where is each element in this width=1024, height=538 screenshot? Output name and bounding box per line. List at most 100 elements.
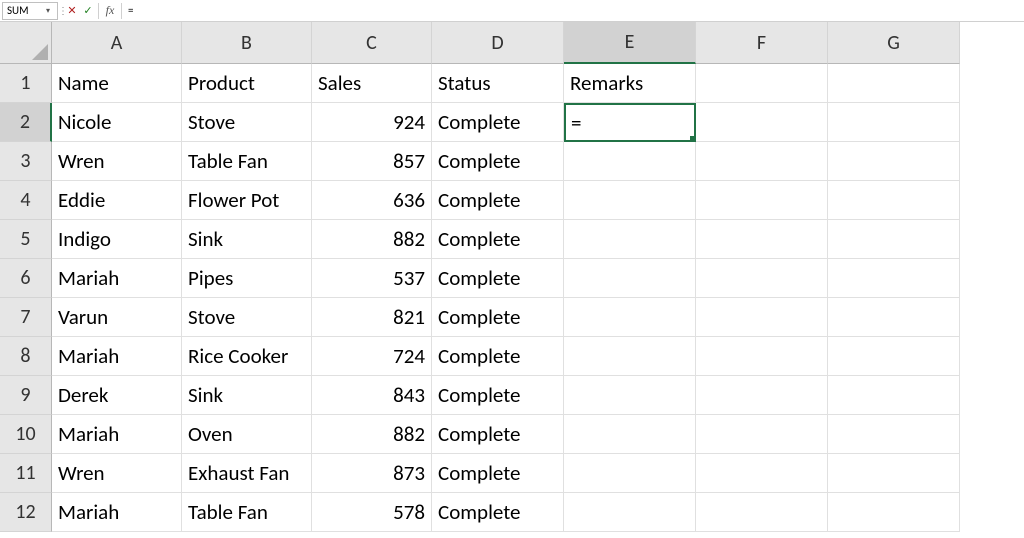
- cell-C10[interactable]: 882: [312, 415, 432, 454]
- row-header-9[interactable]: 9: [0, 376, 52, 415]
- cell-A4[interactable]: Eddie: [52, 181, 182, 220]
- cell-E4[interactable]: [564, 181, 696, 220]
- row-header-10[interactable]: 10: [0, 415, 52, 454]
- col-header-D[interactable]: D: [432, 22, 564, 64]
- row-header-2[interactable]: 2: [0, 103, 52, 142]
- cell-D1[interactable]: Status: [432, 64, 564, 103]
- insert-function-button[interactable]: fx: [101, 3, 119, 18]
- cell-G4[interactable]: [828, 181, 960, 220]
- cell-A11[interactable]: Wren: [52, 454, 182, 493]
- cell-B11[interactable]: Exhaust Fan: [182, 454, 312, 493]
- cell-D3[interactable]: Complete: [432, 142, 564, 181]
- row-header-6[interactable]: 6: [0, 259, 52, 298]
- cell-E8[interactable]: [564, 337, 696, 376]
- cell-D2[interactable]: Complete: [432, 103, 564, 142]
- cell-D7[interactable]: Complete: [432, 298, 564, 337]
- cell-A10[interactable]: Mariah: [52, 415, 182, 454]
- select-all-corner[interactable]: [0, 22, 52, 64]
- cell-F11[interactable]: [696, 454, 828, 493]
- cell-A9[interactable]: Derek: [52, 376, 182, 415]
- cell-C9[interactable]: 843: [312, 376, 432, 415]
- row-header-5[interactable]: 5: [0, 220, 52, 259]
- cell-E2[interactable]: =: [564, 103, 696, 142]
- col-header-G[interactable]: G: [828, 22, 960, 64]
- cell-G6[interactable]: [828, 259, 960, 298]
- cell-C3[interactable]: 857: [312, 142, 432, 181]
- cell-B6[interactable]: Pipes: [182, 259, 312, 298]
- cell-E1[interactable]: Remarks: [564, 64, 696, 103]
- cell-C8[interactable]: 724: [312, 337, 432, 376]
- row-header-11[interactable]: 11: [0, 454, 52, 493]
- cell-F10[interactable]: [696, 415, 828, 454]
- col-header-E[interactable]: E: [564, 22, 696, 64]
- cell-G3[interactable]: [828, 142, 960, 181]
- col-header-A[interactable]: A: [52, 22, 182, 64]
- cell-D5[interactable]: Complete: [432, 220, 564, 259]
- cell-B8[interactable]: Rice Cooker: [182, 337, 312, 376]
- cell-C5[interactable]: 882: [312, 220, 432, 259]
- col-header-C[interactable]: C: [312, 22, 432, 64]
- cell-A3[interactable]: Wren: [52, 142, 182, 181]
- cell-F1[interactable]: [696, 64, 828, 103]
- cell-F6[interactable]: [696, 259, 828, 298]
- cell-E5[interactable]: [564, 220, 696, 259]
- cell-A6[interactable]: Mariah: [52, 259, 182, 298]
- cell-D9[interactable]: Complete: [432, 376, 564, 415]
- cell-C11[interactable]: 873: [312, 454, 432, 493]
- cell-G11[interactable]: [828, 454, 960, 493]
- cell-E7[interactable]: [564, 298, 696, 337]
- cell-A1[interactable]: Name: [52, 64, 182, 103]
- cell-C4[interactable]: 636: [312, 181, 432, 220]
- row-header-7[interactable]: 7: [0, 298, 52, 337]
- cell-G9[interactable]: [828, 376, 960, 415]
- cell-A12[interactable]: Mariah: [52, 493, 182, 532]
- cell-D11[interactable]: Complete: [432, 454, 564, 493]
- col-header-F[interactable]: F: [696, 22, 828, 64]
- cell-D6[interactable]: Complete: [432, 259, 564, 298]
- cell-D8[interactable]: Complete: [432, 337, 564, 376]
- cell-E10[interactable]: [564, 415, 696, 454]
- cell-G12[interactable]: [828, 493, 960, 532]
- cell-E11[interactable]: [564, 454, 696, 493]
- cell-E3[interactable]: [564, 142, 696, 181]
- cell-F2[interactable]: [696, 103, 828, 142]
- cell-E6[interactable]: [564, 259, 696, 298]
- enter-button[interactable]: ✓: [80, 2, 96, 20]
- cell-E12[interactable]: [564, 493, 696, 532]
- cell-F5[interactable]: [696, 220, 828, 259]
- cell-B4[interactable]: Flower Pot: [182, 181, 312, 220]
- cell-C6[interactable]: 537: [312, 259, 432, 298]
- row-header-3[interactable]: 3: [0, 142, 52, 181]
- cell-A5[interactable]: Indigo: [52, 220, 182, 259]
- cell-F7[interactable]: [696, 298, 828, 337]
- cell-B1[interactable]: Product: [182, 64, 312, 103]
- cell-F4[interactable]: [696, 181, 828, 220]
- cell-C12[interactable]: 578: [312, 493, 432, 532]
- cancel-button[interactable]: ✕: [64, 2, 80, 20]
- cell-G8[interactable]: [828, 337, 960, 376]
- formula-input[interactable]: [124, 2, 1022, 20]
- cell-F3[interactable]: [696, 142, 828, 181]
- col-header-B[interactable]: B: [182, 22, 312, 64]
- row-header-1[interactable]: 1: [0, 64, 52, 103]
- row-header-4[interactable]: 4: [0, 181, 52, 220]
- cell-B2[interactable]: Stove: [182, 103, 312, 142]
- cell-G7[interactable]: [828, 298, 960, 337]
- row-header-12[interactable]: 12: [0, 493, 52, 532]
- cell-D12[interactable]: Complete: [432, 493, 564, 532]
- cell-G1[interactable]: [828, 64, 960, 103]
- cell-B5[interactable]: Sink: [182, 220, 312, 259]
- cell-D10[interactable]: Complete: [432, 415, 564, 454]
- cell-A7[interactable]: Varun: [52, 298, 182, 337]
- row-header-8[interactable]: 8: [0, 337, 52, 376]
- cell-G2[interactable]: [828, 103, 960, 142]
- cell-B3[interactable]: Table Fan: [182, 142, 312, 181]
- name-box[interactable]: SUM ▾: [2, 2, 58, 20]
- cell-B12[interactable]: Table Fan: [182, 493, 312, 532]
- cell-B7[interactable]: Stove: [182, 298, 312, 337]
- cell-C7[interactable]: 821: [312, 298, 432, 337]
- cell-A8[interactable]: Mariah: [52, 337, 182, 376]
- cell-F8[interactable]: [696, 337, 828, 376]
- cell-C2[interactable]: 924: [312, 103, 432, 142]
- cell-D4[interactable]: Complete: [432, 181, 564, 220]
